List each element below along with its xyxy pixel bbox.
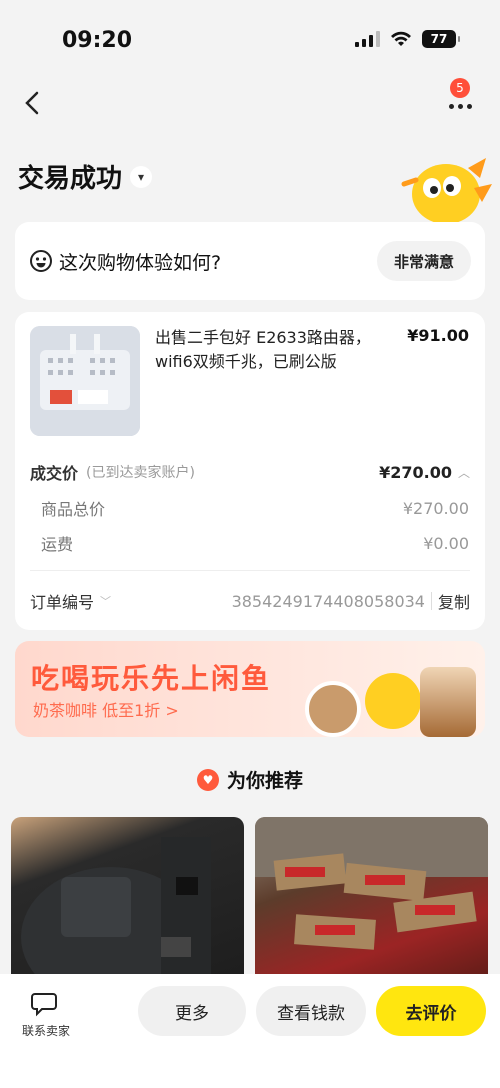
coffee-cup-image bbox=[305, 681, 361, 737]
chevron-down-icon[interactable]: ﹀ bbox=[100, 593, 111, 609]
goods-total-row: 商品总价 ¥270.00 bbox=[41, 496, 469, 520]
recommend-title: 为你推荐 bbox=[226, 770, 303, 792]
mascot-fish-icon bbox=[394, 148, 494, 228]
product-image[interactable] bbox=[30, 326, 140, 436]
recommend-header: ♥ 为你推荐 bbox=[0, 766, 500, 793]
chat-icon bbox=[31, 990, 61, 1018]
nav-bar: 5 bbox=[0, 78, 500, 130]
feedback-card: 这次购物体验如何? 非常满意 bbox=[15, 222, 485, 300]
deal-price-label: 成交价 bbox=[30, 464, 79, 483]
order-card: 出售二手包好 E2633路由器，wifi6双频千兆，已刷公版 ¥91.00 成交… bbox=[15, 312, 485, 630]
feedback-question: 这次购物体验如何? bbox=[59, 252, 222, 274]
deal-price-sublabel: (已到达卖家账户) bbox=[86, 465, 195, 481]
divider bbox=[30, 570, 470, 571]
mascot-fish-icon bbox=[365, 673, 421, 729]
goods-total-label: 商品总价 bbox=[41, 500, 106, 519]
order-number-row: 订单编号 ﹀ 3854249174408058034 复制 bbox=[30, 589, 470, 613]
back-icon[interactable] bbox=[18, 88, 48, 118]
page-title-row[interactable]: 交易成功 ▾ bbox=[18, 158, 153, 195]
very-satisfied-button[interactable]: 非常满意 bbox=[377, 241, 471, 281]
more-button[interactable]: 更多 bbox=[138, 986, 246, 1036]
order-number-value: 3854249174408058034 bbox=[231, 591, 425, 611]
shipping-value: ¥0.00 bbox=[423, 533, 469, 553]
status-icons: 77 bbox=[355, 30, 460, 48]
wifi-icon bbox=[390, 31, 412, 47]
status-time: 09:20 bbox=[62, 28, 133, 53]
separator bbox=[430, 592, 432, 610]
contact-seller-button[interactable]: 联系卖家 bbox=[20, 990, 72, 1039]
deal-price-value: ¥270.00 bbox=[379, 462, 452, 482]
banner-subtitle: 奶茶咖啡 低至1折 > bbox=[33, 701, 179, 720]
product-price: ¥91.00 bbox=[407, 326, 469, 345]
contact-seller-label: 联系卖家 bbox=[21, 1024, 70, 1038]
shipping-label: 运费 bbox=[41, 535, 74, 554]
iced-drink-image bbox=[420, 667, 476, 737]
heart-icon: ♥ bbox=[196, 768, 219, 791]
view-money-button[interactable]: 查看钱款 bbox=[256, 986, 366, 1036]
copy-button[interactable]: 复制 bbox=[438, 589, 470, 613]
goods-total-value: ¥270.00 bbox=[402, 498, 469, 518]
order-number-label: 订单编号 bbox=[30, 593, 95, 612]
signal-icon bbox=[355, 31, 380, 47]
page-title: 交易成功 bbox=[18, 164, 123, 194]
battery-icon: 77 bbox=[422, 30, 460, 48]
recommend-item[interactable] bbox=[11, 817, 244, 987]
bottom-action-bar: 联系卖家 更多 查看钱款 去评价 bbox=[0, 974, 500, 1088]
message-badge: 5 bbox=[450, 78, 470, 98]
recommend-item[interactable] bbox=[255, 817, 488, 987]
smile-icon bbox=[29, 249, 53, 273]
product-title[interactable]: 出售二手包好 E2633路由器，wifi6双频千兆，已刷公版 bbox=[155, 326, 395, 374]
chevron-down-icon[interactable]: ▾ bbox=[130, 165, 153, 188]
shipping-row: 运费 ¥0.00 bbox=[41, 531, 469, 555]
banner-title: 吃喝玩乐先上闲鱼 bbox=[31, 662, 272, 695]
chevron-up-icon[interactable]: ︿ bbox=[458, 464, 470, 481]
promo-banner[interactable]: 吃喝玩乐先上闲鱼 奶茶咖啡 低至1折 > bbox=[15, 641, 485, 737]
review-button[interactable]: 去评价 bbox=[376, 986, 486, 1036]
deal-price-row[interactable]: 成交价 (已到达卖家账户) ¥270.00 ︿ bbox=[30, 460, 470, 484]
status-bar: 09:20 77 bbox=[0, 0, 500, 80]
